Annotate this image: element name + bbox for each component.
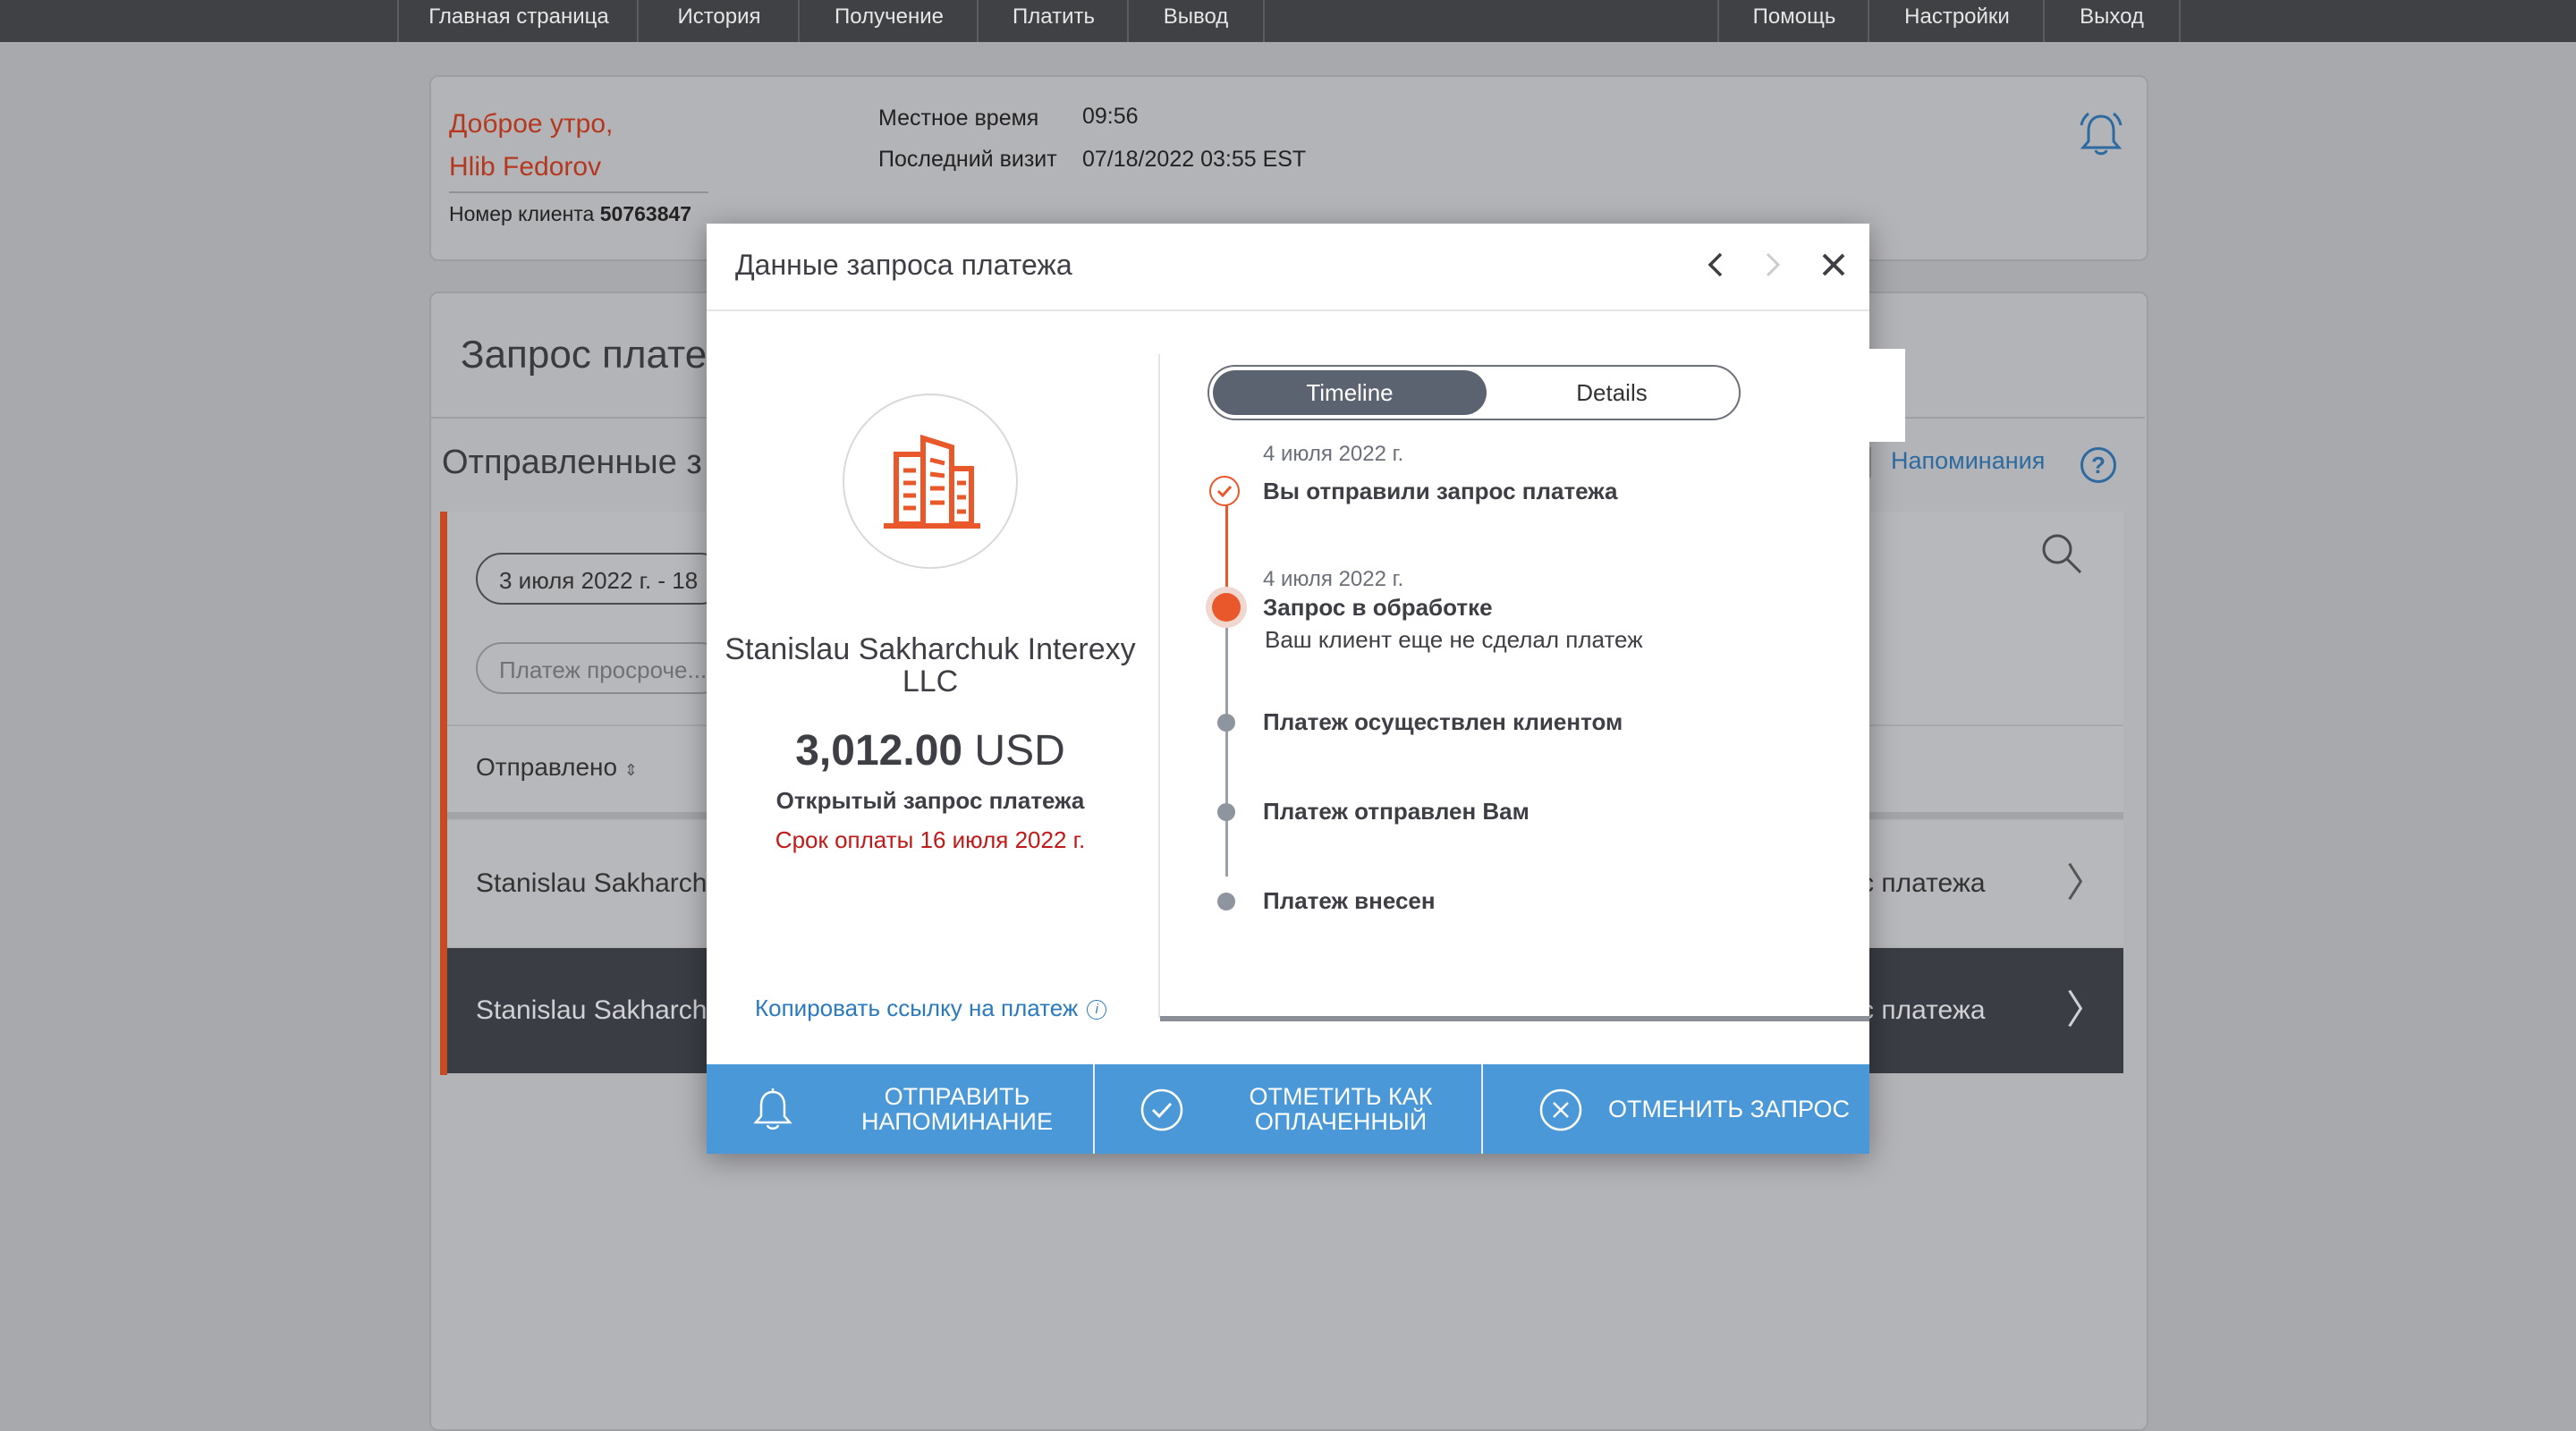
- last-visit-value: 07/18/2022 03:55 EST: [1082, 147, 1307, 172]
- company-name: Stanislau Sakharchuk Interexy LLC: [724, 632, 1136, 699]
- modal-title: Данные запроса платежа: [735, 249, 1072, 281]
- content-bottom-border: [1160, 1016, 1869, 1021]
- row-client-name: Stanislau Sakharchu: [476, 995, 723, 1025]
- timeline-step-description: Ваш клиент еще не сделал платеж: [1265, 626, 1643, 653]
- modal-header: Данные запроса платежа: [707, 224, 1869, 311]
- tab-details[interactable]: Details: [1487, 370, 1737, 415]
- local-time-value: 09:56: [1082, 104, 1139, 129]
- chevron-right-icon: 〉: [2066, 861, 2106, 905]
- reminders-link[interactable]: Напоминания: [1891, 447, 2045, 475]
- previous-arrow-icon[interactable]: [1698, 247, 1733, 283]
- nav-receive[interactable]: Получение: [798, 0, 979, 42]
- client-number-label: Номер клиента: [449, 202, 595, 225]
- nav-logout[interactable]: Выход: [2043, 0, 2181, 42]
- tab-timeline[interactable]: Timeline: [1213, 370, 1487, 415]
- cancel-request-label: ОТМЕНИТЬ ЗАПРОС: [1608, 1096, 1850, 1122]
- row-client-name: Stanislau Sakharchu: [476, 868, 723, 898]
- nav-withdraw[interactable]: Вывод: [1127, 0, 1265, 42]
- timeline-step-title: Вы отправили запрос платежа: [1263, 478, 1618, 504]
- cancel-request-button[interactable]: ОТМЕНИТЬ ЗАПРОС: [1483, 1064, 1869, 1154]
- accent-bar: [440, 512, 447, 1075]
- due-date: Срок оплаты 16 июля 2022 г.: [775, 826, 1086, 853]
- nav-home[interactable]: Главная страница: [397, 0, 639, 42]
- timeline-step-date: 4 июля 2022 г.: [1263, 567, 1404, 591]
- pending-step-dot: [1217, 893, 1235, 910]
- date-range-filter[interactable]: 3 июля 2022 г. - 18: [476, 553, 726, 605]
- payment-request-modal: Данные запроса платежа Stanislau Sakharc…: [707, 224, 1905, 1154]
- active-step-dot: [1206, 587, 1247, 628]
- pending-step-dot: [1217, 714, 1235, 732]
- panel-title: Запрос плате: [461, 333, 708, 377]
- client-number-value: 50763847: [599, 202, 692, 225]
- check-circle-icon: [1140, 1088, 1183, 1131]
- nav-help[interactable]: Помощь: [1717, 0, 1869, 42]
- view-toggle: Timeline Details: [1208, 365, 1741, 420]
- greeting-name: Hlib Fedorov: [449, 152, 602, 182]
- last-visit-label: Последний визит: [878, 147, 1057, 172]
- copy-payment-link[interactable]: Копировать ссылку на платеж i: [755, 995, 1107, 1022]
- greeting-divider: [449, 191, 708, 193]
- mark-paid-button[interactable]: ОТМЕТИТЬ КАК ОПЛАЧЕННЫЙ: [1095, 1064, 1481, 1154]
- timeline-step-title: Запрос в обработке: [1263, 594, 1493, 621]
- row-status: с платежа: [1860, 868, 1986, 898]
- top-nav: Главная страница История Получение Плати…: [0, 0, 2576, 42]
- close-icon[interactable]: [1816, 247, 1852, 283]
- tab-background: [1869, 349, 1905, 442]
- payment-amount: 3,012.00 USD: [724, 726, 1136, 775]
- timeline-step-title: Платеж отправлен Вам: [1263, 798, 1530, 825]
- mark-paid-label-line1: ОТМЕТИТЬ КАК: [1249, 1083, 1433, 1110]
- timeline-pending-line: [1225, 608, 1228, 876]
- panel-subtitle: Отправленные з: [442, 444, 702, 481]
- greeting-line1: Доброе утро,: [449, 109, 614, 139]
- info-icon[interactable]: i: [1087, 1000, 1107, 1020]
- bell-icon: [753, 1088, 792, 1130]
- nav-history[interactable]: История: [637, 0, 800, 42]
- sort-arrows-icon: ⇕: [623, 761, 638, 779]
- timeline-progress-line: [1225, 503, 1228, 599]
- search-icon[interactable]: [2039, 531, 2084, 576]
- nav-pay[interactable]: Платить: [977, 0, 1129, 42]
- send-reminder-label-line1: ОТПРАВИТЬ: [884, 1083, 1030, 1110]
- send-reminder-label-line2: НАПОМИНАНИЕ: [861, 1108, 1053, 1135]
- help-icon[interactable]: ?: [2080, 447, 2116, 483]
- modal-actions: ОТПРАВИТЬ НАПОМИНАНИЕ ОТМЕТИТЬ КАК ОПЛАЧ…: [707, 1064, 1869, 1154]
- sort-sent-label: Отправлено: [476, 753, 618, 781]
- reminders-separator: [1869, 447, 1871, 478]
- request-status: Открытый запрос платежа: [775, 787, 1085, 814]
- check-icon: [1209, 476, 1240, 506]
- client-number: Номер клиента 50763847: [449, 202, 691, 226]
- next-arrow-icon[interactable]: [1755, 247, 1791, 283]
- copy-link-label: Копировать ссылку на платеж: [755, 995, 1079, 1021]
- status-filter[interactable]: Платеж просроче...: [476, 642, 726, 694]
- nav-settings[interactable]: Настройки: [1868, 0, 2045, 42]
- timeline-step-title: Платеж внесен: [1263, 887, 1436, 914]
- mark-paid-label-line2: ОПЛАЧЕННЫЙ: [1254, 1108, 1428, 1135]
- local-time-label: Местное время: [878, 106, 1039, 131]
- pending-step-dot: [1217, 803, 1235, 821]
- cancel-circle-icon: [1539, 1088, 1582, 1131]
- company-avatar: [843, 394, 1018, 569]
- send-reminder-button[interactable]: ОТПРАВИТЬ НАПОМИНАНИЕ: [707, 1064, 1093, 1154]
- notifications-bell-icon[interactable]: [2079, 111, 2123, 157]
- timeline-step-title: Платеж осуществлен клиентом: [1263, 708, 1623, 735]
- sort-sent[interactable]: Отправлено ⇕: [476, 753, 638, 782]
- row-status: с платежа: [1860, 995, 1986, 1025]
- amount-value: 3,012.00: [795, 727, 963, 775]
- chevron-right-icon: 〉: [2066, 988, 2106, 1032]
- amount-currency: USD: [974, 727, 1065, 775]
- column-divider: [1158, 354, 1160, 1018]
- building-icon: [884, 434, 980, 529]
- timeline-step-date: 4 июля 2022 г.: [1263, 442, 1404, 466]
